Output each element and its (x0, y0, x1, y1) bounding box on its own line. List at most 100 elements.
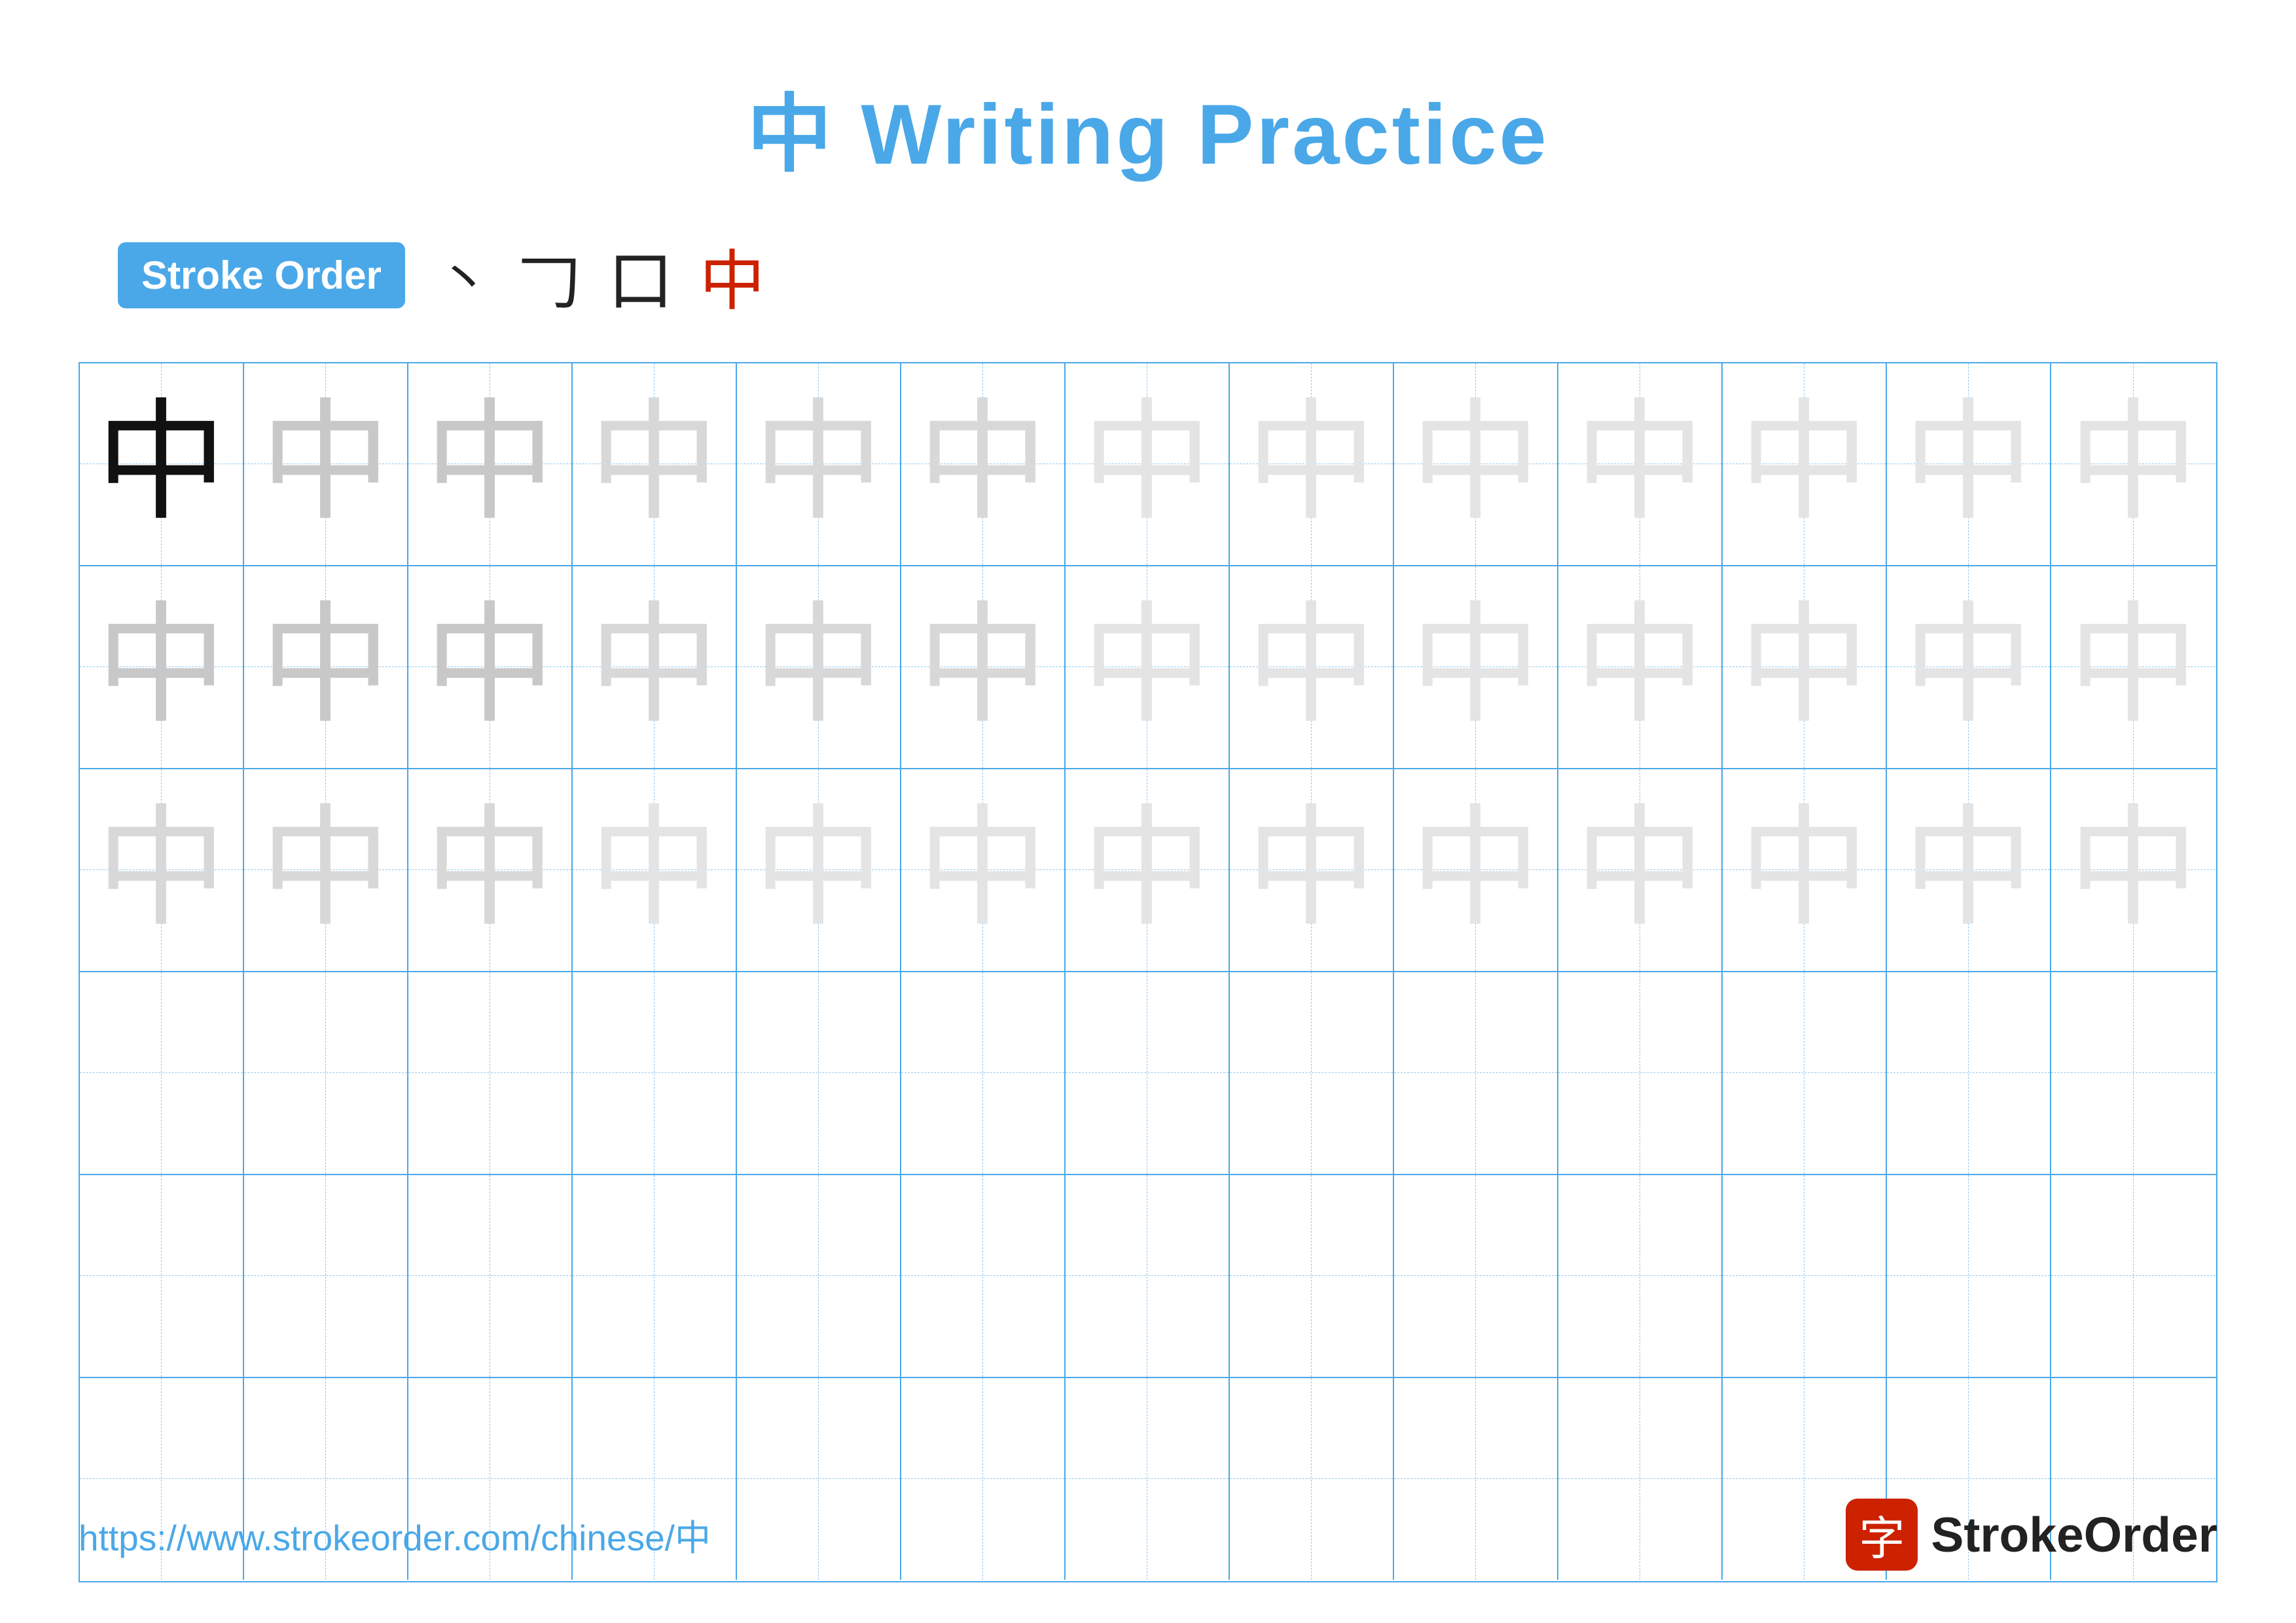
grid-cell[interactable]: 中 (1394, 363, 1558, 565)
char-guide: 中 (753, 602, 884, 733)
char-guide: 中 (1081, 602, 1212, 733)
char-guide: 中 (917, 602, 1048, 733)
grid-cell[interactable] (1066, 972, 1230, 1174)
grid-cell[interactable]: 中 (573, 363, 737, 565)
grid-row-3: 中 中 中 中 中 中 中 中 中 中 中 中 中 (80, 769, 2216, 972)
char-guide: 中 (1246, 399, 1376, 530)
char-guide: 中 (1410, 805, 1541, 936)
char-guide: 中 (1903, 399, 2034, 530)
stroke-3: 口 (608, 228, 673, 323)
grid-cell[interactable] (573, 1175, 737, 1377)
grid-cell[interactable]: 中 (1230, 566, 1394, 768)
stroke-order-section: Stroke Order 丶 𠃌 口 中 (79, 228, 2217, 323)
char-guide: 中 (1081, 399, 1212, 530)
title-text: Writing Practice (861, 86, 1549, 182)
grid-cell[interactable]: 中 (1887, 566, 2051, 768)
grid-cell[interactable] (244, 972, 408, 1174)
char-guide: 中 (1738, 602, 1869, 733)
grid-cell[interactable] (1230, 972, 1394, 1174)
grid-cell[interactable]: 中 (244, 769, 408, 971)
char-guide: 中 (1738, 805, 1869, 936)
grid-cell[interactable] (573, 972, 737, 1174)
grid-cell[interactable] (2051, 972, 2215, 1174)
grid-cell[interactable]: 中 (408, 769, 573, 971)
grid-cell[interactable]: 中 (1230, 363, 1394, 565)
grid-cell[interactable] (1394, 972, 1558, 1174)
grid-cell[interactable]: 中 (901, 363, 1066, 565)
footer-url[interactable]: https://www.strokeorder.com/chinese/中 (79, 1508, 711, 1561)
grid-cell[interactable] (80, 1175, 244, 1377)
char-guide: 中 (1903, 602, 2034, 733)
char-guide: 中 (1246, 602, 1376, 733)
grid-cell[interactable]: 中 (1723, 566, 1887, 768)
grid-cell[interactable]: 中 (901, 769, 1066, 971)
grid-cell[interactable]: 中 (408, 363, 573, 565)
grid-cell[interactable]: 中 (1887, 769, 2051, 971)
grid-cell[interactable]: 中 (1230, 769, 1394, 971)
grid-cell[interactable]: 中 (2051, 566, 2215, 768)
grid-cell[interactable] (80, 972, 244, 1174)
char-guide: 中 (96, 805, 226, 936)
grid-cell[interactable] (1887, 972, 2051, 1174)
grid-cell[interactable]: 中 (901, 566, 1066, 768)
grid-cell[interactable] (737, 1175, 901, 1377)
grid-cell[interactable] (1558, 1175, 1723, 1377)
logo-icon: 字 (1846, 1499, 1918, 1571)
char-guide: 中 (588, 805, 719, 936)
logo-char: 字 (1859, 1502, 1905, 1568)
char-guide: 中 (424, 805, 555, 936)
grid-cell[interactable]: 中 (1723, 363, 1887, 565)
grid-cell[interactable] (901, 972, 1066, 1174)
grid-row-5 (80, 1175, 2216, 1378)
grid-cell[interactable] (408, 1175, 573, 1377)
grid-cell[interactable]: 中 (1066, 769, 1230, 971)
title-chinese: 中 (747, 86, 834, 182)
char-guide: 中 (753, 399, 884, 530)
grid-cell[interactable] (1887, 1175, 2051, 1377)
char-guide: 中 (1574, 602, 1705, 733)
char-guide: 中 (260, 602, 391, 733)
grid-cell[interactable] (1723, 972, 1887, 1174)
grid-cell[interactable]: 中 (737, 363, 901, 565)
grid-cell[interactable]: 中 (1558, 566, 1723, 768)
grid-cell[interactable]: 中 (1558, 769, 1723, 971)
grid-cell[interactable]: 中 (737, 769, 901, 971)
grid-cell[interactable]: 中 (80, 769, 244, 971)
grid-cell[interactable] (1066, 1175, 1230, 1377)
grid-cell[interactable]: 中 (573, 566, 737, 768)
grid-cell[interactable] (1723, 1175, 1887, 1377)
grid-cell[interactable]: 中 (573, 769, 737, 971)
char-guide: 中 (1574, 399, 1705, 530)
grid-cell[interactable] (1230, 1175, 1394, 1377)
grid-cell[interactable]: 中 (2051, 363, 2215, 565)
grid-cell[interactable]: 中 (1394, 769, 1558, 971)
stroke-1: 丶 (438, 238, 490, 314)
grid-cell[interactable] (1394, 1175, 1558, 1377)
grid-cell[interactable]: 中 (244, 363, 408, 565)
grid-cell[interactable]: 中 (1558, 363, 1723, 565)
grid-cell[interactable]: 中 (1066, 566, 1230, 768)
page: 中 Writing Practice Stroke Order 丶 𠃌 口 中 … (0, 0, 2296, 1623)
grid-cell[interactable]: 中 (1723, 769, 1887, 971)
grid-cell[interactable]: 中 (244, 566, 408, 768)
writing-grid[interactable]: 中 中 中 中 中 中 中 中 中 中 中 中 中 中 中 中 中 中 中 中 … (79, 362, 2217, 1582)
char-guide: 中 (1246, 805, 1376, 936)
grid-cell[interactable] (244, 1175, 408, 1377)
grid-cell[interactable] (408, 972, 573, 1174)
grid-cell[interactable]: 中 (408, 566, 573, 768)
grid-cell[interactable]: 中 (80, 363, 244, 565)
grid-cell[interactable]: 中 (1066, 363, 1230, 565)
grid-cell[interactable]: 中 (1394, 566, 1558, 768)
char-guide: 中 (1903, 805, 2034, 936)
char-guide: 中 (260, 805, 391, 936)
grid-cell[interactable] (1558, 972, 1723, 1174)
grid-cell[interactable] (737, 972, 901, 1174)
char-guide: 中 (1081, 805, 1212, 936)
grid-cell[interactable]: 中 (80, 566, 244, 768)
grid-cell[interactable]: 中 (737, 566, 901, 768)
grid-cell[interactable] (901, 1175, 1066, 1377)
grid-cell[interactable]: 中 (2051, 769, 2215, 971)
grid-cell[interactable] (2051, 1175, 2215, 1377)
grid-cell[interactable]: 中 (1887, 363, 2051, 565)
stroke-sequence: 丶 𠃌 口 中 (438, 228, 765, 323)
